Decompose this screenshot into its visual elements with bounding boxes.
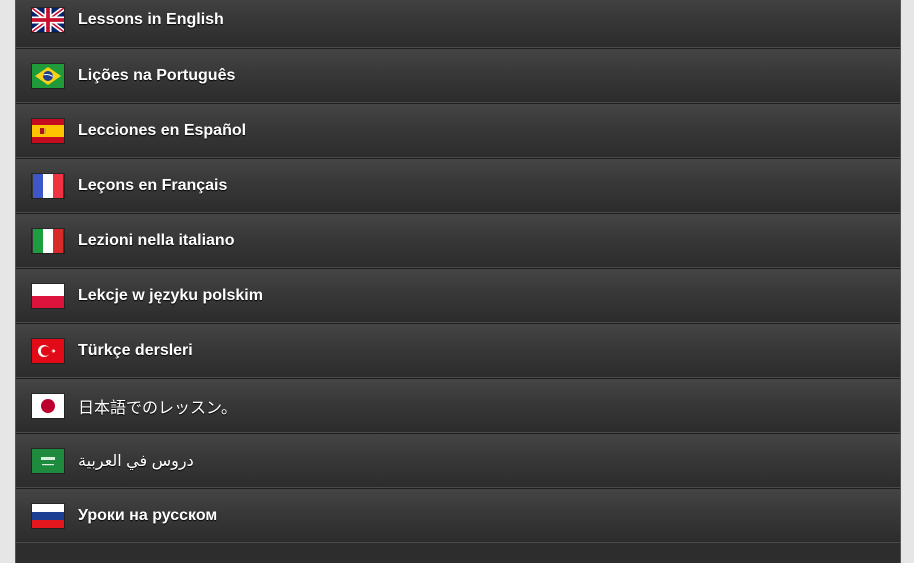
flag-italy-icon (32, 228, 64, 253)
language-item-arabic[interactable]: دروس في العربية (16, 433, 900, 488)
language-label: Lecciones en Español (78, 121, 247, 139)
flag-japan-icon (32, 393, 64, 418)
language-label: Leçons en Français (78, 176, 228, 194)
language-label: Lições na Português (78, 66, 236, 84)
language-item-turkish[interactable]: Türkçe dersleri (16, 323, 900, 378)
flag-brazil-icon (32, 63, 64, 88)
flag-saudi-arabia-icon (32, 448, 64, 473)
language-label: Lezioni nella italiano (78, 231, 235, 249)
flag-turkey-icon (32, 338, 64, 363)
language-item-portuguese[interactable]: Lições na Português (16, 48, 900, 103)
language-item-french[interactable]: Leçons en Français (16, 158, 900, 213)
language-list: Lessons in English Lições na Português L… (15, 0, 901, 563)
language-label: Lessons in English (78, 11, 224, 28)
language-label: دروس في العربية (78, 452, 194, 470)
language-item-italian[interactable]: Lezioni nella italiano (16, 213, 900, 268)
flag-poland-icon (32, 283, 64, 308)
language-item-english[interactable]: Lessons in English (16, 0, 900, 48)
language-item-spanish[interactable]: Lecciones en Español (16, 103, 900, 158)
language-label: Türkçe dersleri (78, 341, 193, 359)
flag-russia-icon (32, 503, 64, 528)
language-label: 日本語でのレッスン。 (78, 399, 238, 417)
language-label: Уроки на русском (78, 506, 218, 524)
language-item-russian[interactable]: Уроки на русском (16, 488, 900, 543)
flag-uk-icon (32, 8, 64, 32)
flag-spain-icon (32, 118, 64, 143)
flag-france-icon (32, 173, 64, 198)
language-item-japanese[interactable]: 日本語でのレッスン。 (16, 378, 900, 433)
language-label: Lekcje w języku polskim (78, 286, 263, 304)
language-item-polish[interactable]: Lekcje w języku polskim (16, 268, 900, 323)
